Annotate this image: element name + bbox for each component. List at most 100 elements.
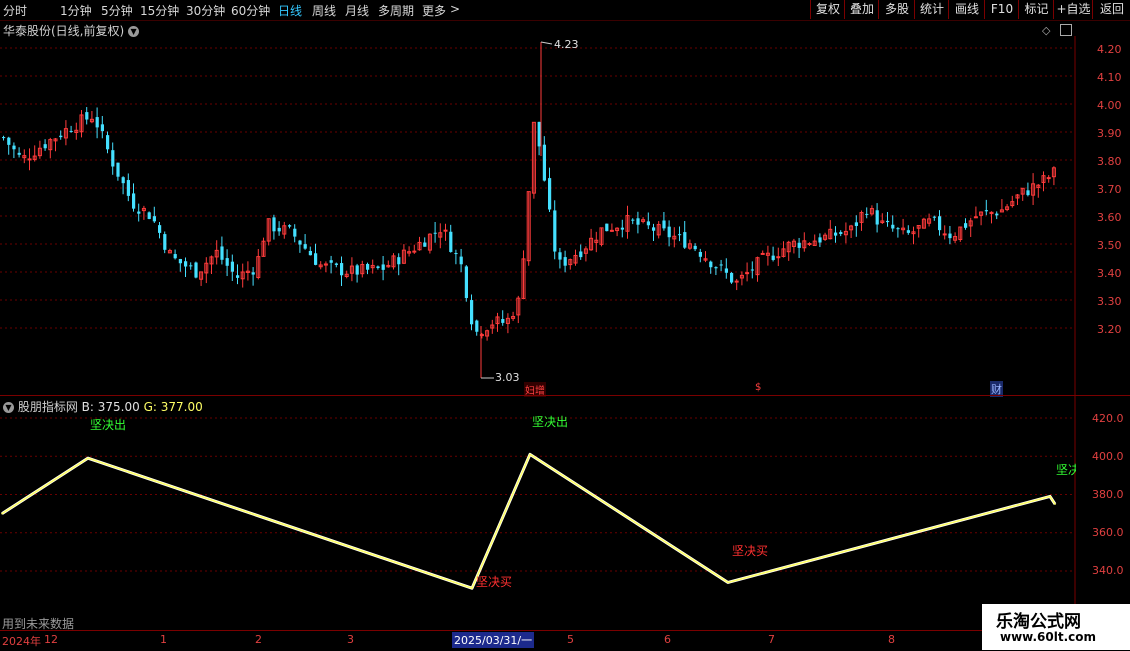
candle-body (95, 117, 99, 128)
period-tab-more[interactable]: 更多 (422, 2, 446, 19)
candle-body (464, 266, 468, 299)
period-tab-intraday[interactable]: 分时 (3, 2, 27, 19)
period-tab-multi[interactable]: 多周期 (378, 2, 414, 19)
candle-body (43, 144, 47, 149)
candle-body (932, 216, 936, 218)
candle-body (288, 225, 292, 227)
candle-body (719, 264, 723, 266)
price-tick: 4.00 (1097, 99, 1122, 112)
candle-body (340, 263, 344, 276)
candle-body (397, 257, 401, 265)
period-tab-30min[interactable]: 30分钟 (186, 2, 225, 19)
candle-body (948, 233, 952, 239)
candle-body (470, 300, 474, 325)
date-tick: 2 (255, 633, 262, 646)
candle-body (100, 124, 104, 132)
candle-body (807, 243, 812, 246)
back-button[interactable]: 返回 (1092, 0, 1130, 19)
candle-body (678, 234, 682, 236)
date-tick: 5 (567, 633, 574, 646)
candle-body (609, 229, 614, 232)
dividend-marker[interactable]: $ (755, 382, 761, 393)
statistics-button[interactable]: 统计 (914, 0, 949, 19)
high-price-label: 4.23 (554, 38, 579, 51)
candle-body (303, 244, 307, 249)
draw-line-button[interactable]: 画线 (948, 0, 985, 19)
candle-body (236, 275, 240, 278)
indicator-chart[interactable] (0, 396, 1130, 630)
candle-body (906, 230, 910, 233)
period-tab-1min[interactable]: 1分钟 (60, 2, 92, 19)
top-toolbar: 分时 1分钟 5分钟 15分钟 30分钟 60分钟 日线 周线 月线 多周期 更… (0, 0, 1130, 21)
watermark-url: www.60lt.com (1000, 630, 1097, 644)
candle-body (449, 231, 453, 252)
date-tick: 2024年 (2, 635, 41, 648)
candle-body (230, 261, 234, 272)
candle-body (865, 213, 869, 215)
candle-body (797, 242, 801, 248)
period-tab-daily[interactable]: 日线 (278, 2, 302, 19)
candlestick-chart[interactable] (0, 36, 1130, 396)
candle-body (1026, 190, 1030, 196)
sell-signal-label: 坚决出 (532, 415, 569, 429)
candle-body (698, 251, 702, 257)
candle-body (454, 253, 458, 255)
candle-body (376, 266, 380, 268)
period-tab-60min[interactable]: 60分钟 (231, 2, 270, 19)
high-callout-line (540, 41, 553, 45)
multi-stock-button[interactable]: 多股 (878, 0, 915, 19)
candle-body (272, 217, 276, 232)
candle-body (184, 261, 188, 267)
candle-body (85, 112, 89, 120)
period-tab-monthly[interactable]: 月线 (345, 2, 369, 19)
candle-body (734, 280, 739, 283)
period-tab-5min[interactable]: 5分钟 (101, 2, 133, 19)
panel-toggle-icon[interactable] (1060, 24, 1072, 36)
candle-body (147, 212, 151, 219)
candle-body (152, 216, 156, 222)
overlay-button[interactable]: 叠加 (844, 0, 879, 19)
indicator-tick: 340.0 (1092, 564, 1124, 577)
candle-body (839, 232, 843, 235)
period-tab-weekly[interactable]: 周线 (312, 2, 336, 19)
indicator-point (1, 512, 3, 515)
candle-body (553, 210, 557, 252)
candle-body (548, 178, 552, 210)
candle-body (158, 225, 162, 233)
candle-body (875, 210, 879, 225)
candle-body (693, 245, 697, 250)
price-tick: 3.70 (1097, 183, 1122, 196)
watermark-title: 乐淘公式网 (996, 612, 1081, 632)
date-tick: 3 (347, 633, 354, 646)
price-tick: 3.20 (1097, 323, 1122, 336)
candle-body (683, 232, 687, 248)
candle-body (854, 222, 858, 226)
price-tick: 3.50 (1097, 239, 1122, 252)
candle-body (225, 258, 229, 266)
candle-body (17, 152, 21, 155)
mark-button[interactable]: 标记 (1018, 0, 1054, 19)
indicator-point (727, 581, 729, 584)
indicator-point (1054, 503, 1056, 505)
f10-button[interactable]: F10 (984, 0, 1019, 19)
candle-body (366, 263, 370, 270)
candle-body (776, 256, 781, 259)
candle-body (896, 228, 900, 230)
candle-body (771, 255, 775, 260)
candle-body (605, 223, 609, 232)
restore-rights-button[interactable]: 复权 (810, 0, 845, 19)
buy-signal-label: 坚决买 (476, 575, 513, 589)
candle-body (412, 250, 417, 253)
indicator-tick: 400.0 (1092, 450, 1124, 463)
candle-body (886, 220, 890, 223)
period-tab-15min[interactable]: 15分钟 (140, 2, 179, 19)
candle-body (423, 242, 427, 247)
candle-body (126, 180, 130, 196)
candle-body (111, 150, 115, 167)
add-watchlist-button[interactable]: +自选 (1053, 0, 1093, 19)
candle-body (750, 269, 754, 271)
candle-body (995, 213, 999, 216)
sell-signal-label: 坚决出 (90, 418, 127, 432)
candle-body (667, 226, 671, 238)
date-tick: 12 (44, 633, 58, 646)
